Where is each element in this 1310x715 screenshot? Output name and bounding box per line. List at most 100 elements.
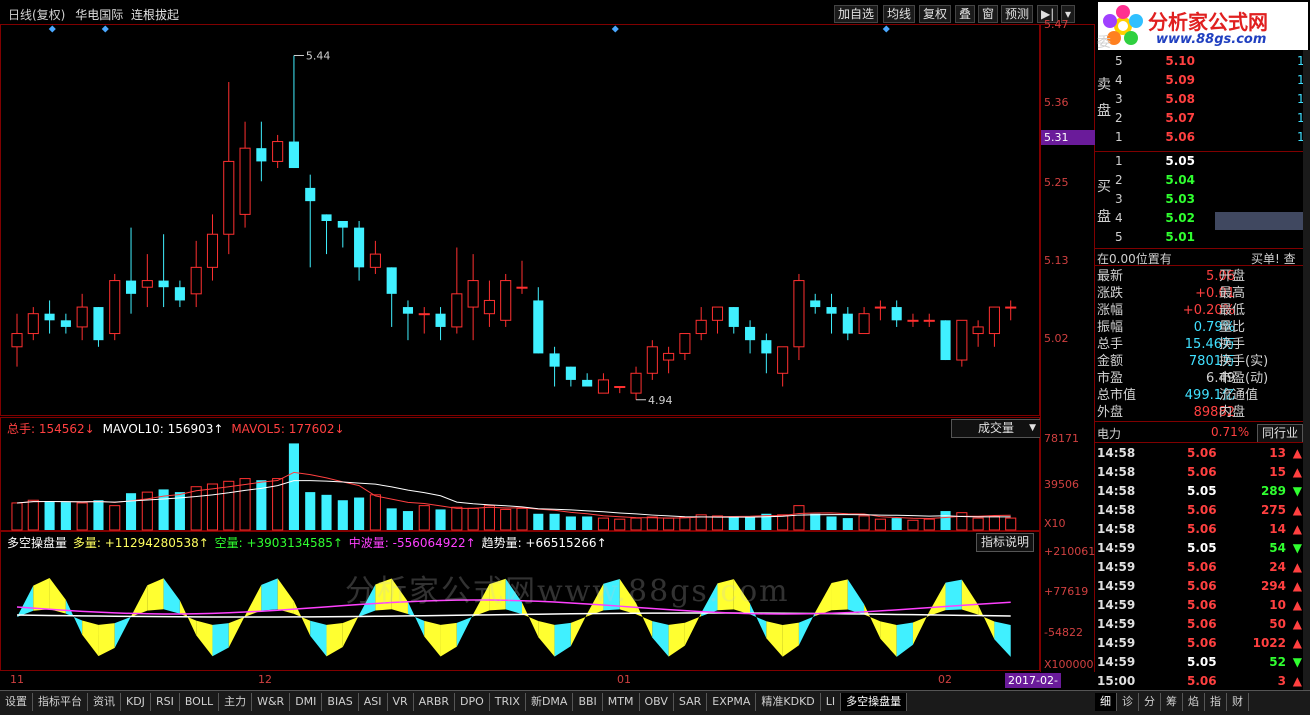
buy-row[interactable]: 5 5.01 [1115,228,1195,247]
momentum-band [196,620,213,657]
buy-row[interactable]: 3 5.03 [1115,190,1195,209]
quote-scrollbar[interactable] [1303,50,1310,690]
event-diamond-icon[interactable] [611,25,619,33]
candlestick-panel[interactable]: 5.44 4.94 [0,24,1040,416]
candle [174,280,185,308]
event-diamond-icon[interactable] [882,25,890,33]
panel-tab[interactable]: 细 [1095,693,1117,711]
buy-row[interactable]: 2 5.04 [1115,171,1195,190]
quote-key2: 最高 [1219,286,1246,301]
tick-row: 14:58 5.06 275 ▲ [1097,501,1310,520]
indicator-tab[interactable]: 多空操盘量 [841,693,908,711]
indicator-tab[interactable]: TRIX [490,693,526,711]
indicator-tab[interactable]: 资讯 [88,693,121,711]
volume-axis-mid: 39506 [1044,478,1079,491]
quote-row: 市盈 6.49 市盈(动) [1097,370,1310,387]
momentum-band [293,601,311,636]
indicator-tab[interactable]: 主力 [219,693,253,711]
volume-bar [435,509,446,530]
indicator-tab[interactable]: 精准KDKD [756,693,821,711]
momentum-band [538,621,555,657]
tick-row: 14:58 5.05 289 ▼ [1097,482,1310,501]
candle [369,240,381,274]
buy-row[interactable]: 1 5.05 [1115,152,1195,171]
buy-row[interactable]: 4 5.02 [1115,209,1195,228]
indicator-tab[interactable]: BIAS [322,693,359,711]
arrow-up-icon: ▲ [1292,598,1302,612]
indicator-tab[interactable]: KDJ [121,693,151,711]
quote-key2: 量比 [1219,320,1246,335]
tick-qty: 3 [1277,674,1286,688]
indicator-tab[interactable]: 新DMA [526,693,574,711]
sell-row[interactable]: 2 5.07 1 [1115,109,1305,128]
arrow-up-icon: ▲ [1292,503,1302,517]
ma-button[interactable]: 均线 [883,5,916,23]
event-diamond-icon[interactable] [48,25,56,33]
sell-row[interactable]: 1 5.06 1 [1115,128,1305,147]
tick-qty: 52 [1269,655,1286,669]
indicator-help-button[interactable]: 指标说明 [976,533,1035,552]
tick-price: 5.05 [1187,541,1217,555]
sell-row[interactable]: 3 5.08 1 [1115,90,1305,109]
candle [418,307,430,334]
overlay-button[interactable]: 叠 [955,5,976,23]
add-watchlist-button[interactable]: 加自选 [834,5,879,23]
indicator-tab[interactable]: BOLL [180,693,220,711]
indicator-tab[interactable]: ARBR [414,693,456,711]
panel-tab[interactable]: 焰 [1183,693,1205,711]
indicator-tab[interactable]: 指标平台 [33,693,88,711]
candle [1005,300,1017,321]
candlestick-chart[interactable]: 5.44 4.94 [1,25,1041,417]
quote-key2: 最低 [1219,303,1246,318]
candle [11,313,23,367]
panel-tab[interactable]: 筹 [1161,693,1183,711]
indicator-tab[interactable]: DPO [455,693,490,711]
indicator-tab[interactable]: 设置 [0,693,33,711]
indicator-tab[interactable]: BBI [573,693,603,711]
indicator-tab[interactable]: DMI [290,693,323,711]
sell-row[interactable]: 5 5.10 1 [1115,52,1305,71]
volume-bar [305,492,316,530]
momentum-band [179,600,197,636]
level: 5 [1115,54,1123,68]
candle [793,273,805,361]
panel-tab[interactable]: 分 [1139,693,1161,711]
candle [582,373,593,387]
price-axis-label: 5.02 [1044,332,1069,345]
volume-bar [239,478,251,531]
candle [288,55,299,169]
volume-bar [972,517,984,531]
window-button[interactable]: 窗 [978,5,999,23]
event-diamond-icon[interactable] [101,25,109,33]
indicator-tab[interactable]: EXPMA [707,693,757,711]
indicator-name: 多空操盘量 [7,536,68,550]
volume-bar [679,516,691,531]
indicator-tab[interactable]: LI [821,693,842,711]
panel-tab[interactable]: 指 [1205,693,1227,711]
tick-qty: 289 [1260,484,1286,498]
quote-row: 总市值 499.1亿 流通值 [1097,387,1310,404]
panel-tab[interactable]: 诊 [1117,693,1139,711]
sell-row[interactable]: 4 5.09 1 [1115,71,1305,90]
panel-tab[interactable]: 财 [1227,693,1249,711]
indicator-tab[interactable]: ASI [359,693,388,711]
indicator-tab[interactable]: MTM [603,693,640,711]
forecast-button[interactable]: 预测 [1001,5,1034,23]
indicator-tab[interactable]: SAR [674,693,708,711]
indicator-tab[interactable]: OBV [640,693,674,711]
indicator-tab[interactable]: RSI [151,693,180,711]
current-price-marker: 5.31 [1041,130,1095,145]
volume-panel[interactable]: 总手: 154562↓ MAVOL10: 156903↑ MAVOL5: 177… [0,417,1041,531]
adjust-button[interactable]: 复权 [919,5,952,23]
same-industry-button[interactable]: 同行业 [1257,424,1304,443]
level: 1 [1115,130,1123,144]
volume-bar [206,483,219,531]
volume-bar [337,500,348,530]
level: 2 [1115,111,1123,125]
volume-bar [891,518,902,530]
indicator-tab[interactable]: VR [388,693,414,711]
indicator-tab[interactable]: W&R [252,693,291,711]
volume-bar [923,518,935,531]
volume-selector[interactable]: 成交量 ▼ [951,419,1041,438]
quote-key2: 市盈(动) [1219,371,1269,386]
